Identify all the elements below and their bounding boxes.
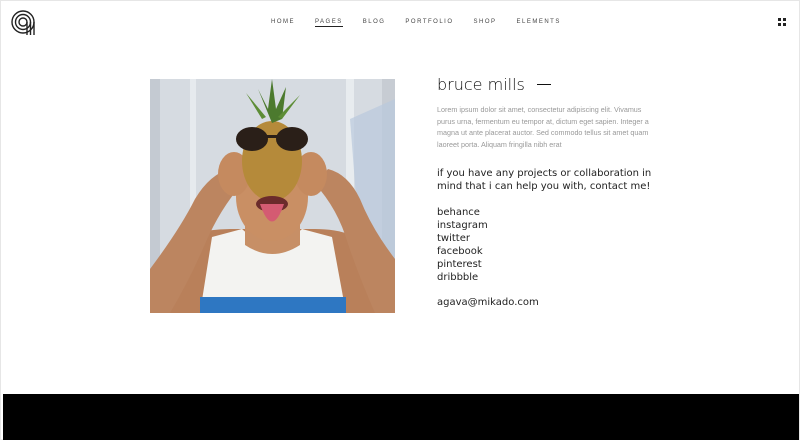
social-link-twitter[interactable]: twitter [437,232,657,245]
contact-prompt: if you have any projects or collaboratio… [437,168,652,192]
profile-content: bruce mills Lorem ipsum dolor sit amet, … [437,75,657,308]
social-link-instagram[interactable]: instagram [437,219,657,232]
title-dash [536,83,551,86]
footer-bar [3,394,799,440]
logo-icon[interactable] [11,10,37,36]
main-nav: HOME PAGES BLOG PORTFOLIO SHOP ELEMENTS [271,19,581,27]
social-link-pinterest[interactable]: pinterest [437,258,657,271]
social-link-facebook[interactable]: facebook [437,245,657,258]
profile-photo [150,79,395,313]
email-link[interactable]: agava@mikado.com [437,297,657,308]
nav-item-portfolio[interactable]: PORTFOLIO [405,19,453,27]
profile-name: bruce mills [437,75,657,94]
social-links: behance instagram twitter facebook pinte… [437,206,657,284]
nav-item-home[interactable]: HOME [271,19,295,27]
nav-item-pages[interactable]: PAGES [315,19,343,27]
nav-item-blog[interactable]: BLOG [363,19,386,27]
profile-bio: Lorem ipsum dolor sit amet, consectetur … [437,105,649,149]
social-link-dribbble[interactable]: dribbble [437,271,657,284]
grid-menu-icon[interactable] [778,18,786,26]
page-frame: HOME PAGES BLOG PORTFOLIO SHOP ELEMENTS [0,0,800,440]
social-link-behance[interactable]: behance [437,206,657,219]
nav-item-shop[interactable]: SHOP [473,19,496,27]
nav-item-elements[interactable]: ELEMENTS [517,19,561,27]
